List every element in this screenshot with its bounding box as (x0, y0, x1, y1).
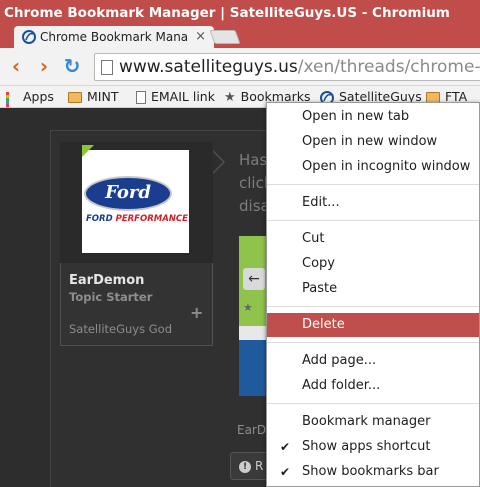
post-arrow-fill (212, 151, 223, 173)
bookmark-mint[interactable]: MINT (68, 86, 118, 108)
window-title: Chrome Bookmark Manager | SatelliteGuys.… (0, 0, 480, 26)
menu-item-add-folder[interactable]: Add folder... (267, 374, 479, 398)
star-icon: ★ (224, 89, 236, 105)
report-button[interactable]: ! R (230, 452, 270, 480)
menu-separator (267, 220, 479, 221)
menu-item-bookmark-manager[interactable]: Bookmark manager (267, 410, 479, 434)
ford-logo: Ford (84, 176, 172, 211)
url-path: /xen/threads/chrome-book (297, 57, 480, 77)
satelliteguys-favicon-icon (22, 30, 36, 44)
page-icon (101, 60, 113, 75)
avatar[interactable]: Ford FORD PERFORMANCE (82, 150, 189, 253)
menu-item-open-new-tab[interactable]: Open in new tab (267, 105, 479, 129)
checkmark-icon: ✔ (280, 440, 291, 454)
menu-separator (267, 184, 479, 185)
tab-label: Chrome Bookmark Mana (40, 30, 189, 44)
new-tab-button[interactable] (209, 30, 241, 44)
menu-item-paste[interactable]: Paste (267, 277, 479, 301)
bookmark-apps[interactable]: Apps (6, 86, 54, 119)
online-indicator (82, 145, 94, 157)
menu-item-show-apps-shortcut[interactable]: ✔ Show apps shortcut (267, 435, 479, 459)
browser-toolbar: ‹ › ↻ www.satelliteguys.us/xen/threads/c… (0, 48, 480, 86)
menu-separator (267, 306, 479, 307)
bookmark-email-link[interactable]: EMAIL link (136, 86, 215, 108)
apps-grid-icon (6, 91, 18, 119)
reload-button[interactable]: ↻ (62, 56, 82, 76)
alert-icon: ! (239, 460, 251, 473)
user-rank: SatelliteGuys God (69, 322, 173, 336)
back-button[interactable]: ‹ (6, 56, 26, 76)
menu-item-edit[interactable]: Edit... (267, 191, 479, 215)
ford-performance-text: FORD PERFORMANCE (86, 214, 188, 224)
menu-item-add-page[interactable]: Add page... (267, 349, 479, 373)
star-icon: ★ (243, 301, 253, 314)
page-icon (136, 91, 146, 104)
username[interactable]: EarDemon (69, 273, 144, 288)
back-arrow-icon: ← (243, 268, 265, 290)
menu-item-delete[interactable]: Delete (267, 313, 479, 337)
menu-item-cut[interactable]: Cut (267, 227, 479, 251)
post-author[interactable]: EarD (237, 423, 266, 437)
menu-item-open-incognito[interactable]: Open in incognito window (267, 155, 479, 179)
user-title: Topic Starter (69, 290, 153, 304)
address-bar[interactable]: www.satelliteguys.us/xen/threads/chrome-… (94, 53, 480, 81)
menu-separator (267, 403, 479, 404)
close-tab-icon[interactable]: × (195, 26, 206, 48)
tab-strip: Chrome Bookmark Mana × (0, 26, 480, 48)
tab-bookmark-manager[interactable]: Chrome Bookmark Mana × (14, 26, 214, 48)
menu-item-open-new-window[interactable]: Open in new window (267, 130, 479, 154)
menu-item-copy[interactable]: Copy (267, 252, 479, 276)
menu-item-show-bookmarks-bar[interactable]: ✔ Show bookmarks bar (267, 460, 479, 484)
folder-icon (68, 92, 82, 103)
expand-user-icon[interactable]: + (190, 303, 203, 322)
menu-separator (267, 342, 479, 343)
forward-button[interactable]: › (34, 56, 54, 76)
checkmark-icon: ✔ (280, 465, 291, 479)
url-host: www.satelliteguys.us (119, 57, 298, 77)
post-image[interactable]: ← ★ (239, 236, 269, 396)
bookmark-context-menu: Open in new tab Open in new window Open … (266, 102, 480, 487)
